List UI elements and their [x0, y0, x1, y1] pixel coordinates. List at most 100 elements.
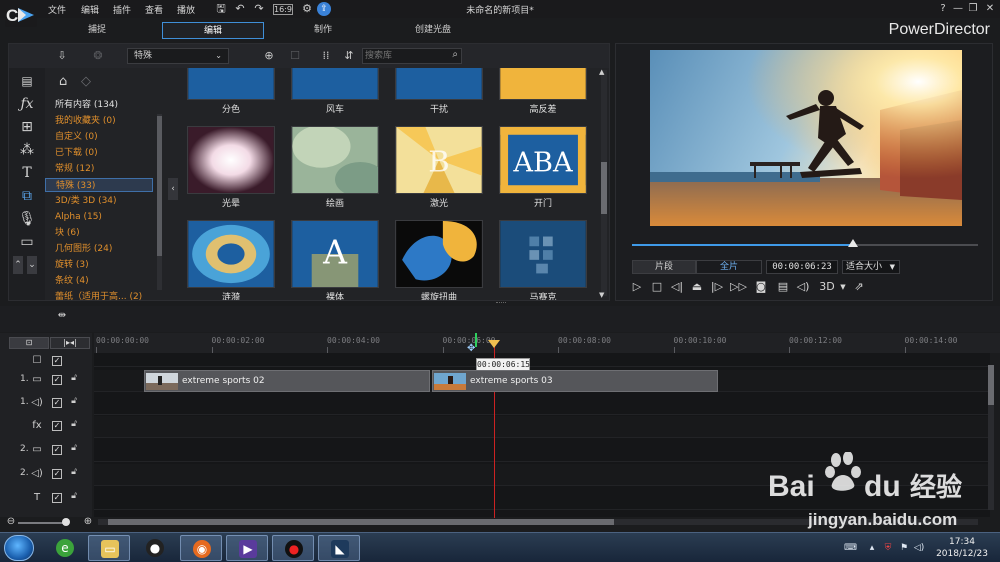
3d-mode-button[interactable]: 3D [816, 280, 838, 294]
undo-icon[interactable]: ↶ [233, 2, 247, 16]
movie-mode-button[interactable]: 全片 [696, 260, 762, 274]
grid-scroll-thumb[interactable] [601, 162, 607, 214]
transition-thumbnail[interactable]: ABA [499, 126, 587, 194]
clip-mode-button[interactable]: 片段 [632, 260, 696, 274]
lock-icon[interactable]: 🔓︎ [69, 491, 79, 503]
3d-dropdown-icon[interactable]: ▼ [836, 280, 850, 294]
category-item[interactable]: 块 (6) [45, 226, 153, 240]
category-item[interactable]: 几何图形 (24) [45, 242, 153, 256]
remove-category-icon[interactable]: ◇ [81, 74, 91, 89]
taskbar-app-firefox[interactable]: ◉ [180, 535, 222, 561]
zoom-out-icon[interactable]: ⊖ [6, 517, 16, 527]
lock-icon[interactable]: 🔓︎ [69, 467, 79, 479]
track-lane[interactable] [94, 393, 990, 415]
undock-preview-icon[interactable]: ⇗ [852, 280, 866, 294]
category-item[interactable]: 已下载 (0) [45, 146, 153, 160]
timeline-hscroll-thumb[interactable] [108, 519, 614, 525]
transition-thumbnail[interactable] [187, 220, 275, 288]
collapse-down-icon[interactable]: ⌄ [27, 256, 37, 274]
favorite-icon[interactable]: ☐ [288, 49, 302, 63]
start-button[interactable] [4, 535, 34, 561]
collapse-panel-icon[interactable]: ‹ [168, 178, 178, 200]
video-clip[interactable]: extreme sports 03 [432, 370, 718, 392]
lock-icon[interactable]: 🔓︎ [69, 396, 79, 408]
zoom-in-icon[interactable]: ⊕ [83, 517, 93, 527]
track-enable-checkbox[interactable]: ✓ [52, 493, 62, 503]
timeline-vscroll-thumb[interactable] [988, 365, 994, 405]
category-item[interactable]: 所有内容 (134) [45, 98, 153, 112]
add-to-timeline-icon[interactable]: ⊕ [262, 49, 276, 63]
track-lane[interactable] [94, 416, 990, 438]
preview-scrub-track[interactable] [632, 239, 978, 247]
search-input[interactable] [365, 50, 443, 62]
taskbar-app-media[interactable]: ▶ [226, 535, 268, 561]
system-clock[interactable]: 17:34 2018/12/23 [930, 536, 994, 560]
category-item[interactable]: 旋转 (3) [45, 258, 153, 272]
fit-select[interactable]: 适合大小 ▼ [842, 260, 900, 274]
speaker-icon[interactable]: ◁) [913, 542, 925, 554]
add-category-icon[interactable]: ⌂ [59, 74, 67, 89]
fx-room-icon[interactable]: ƒx [17, 95, 37, 113]
minimize-icon[interactable]: — [951, 2, 965, 16]
close-icon[interactable]: ✕ [983, 2, 997, 16]
track-enable-checkbox[interactable]: ✓ [52, 469, 62, 479]
track-lane[interactable] [94, 353, 990, 367]
search-icon[interactable]: ⌕ [452, 49, 458, 60]
scroll-down-icon[interactable]: ▼ [599, 291, 604, 299]
menu-edit[interactable]: 编辑 [81, 3, 99, 16]
timecode-display[interactable]: 00:00:06:23 [766, 260, 838, 274]
menu-file[interactable]: 文件 [48, 3, 66, 16]
grid-scrollbar[interactable] [601, 70, 607, 296]
next-frame-icon[interactable]: |▷ [710, 280, 724, 294]
restore-icon[interactable]: ❐ [966, 2, 980, 16]
tray-expand-icon[interactable]: ▴ [866, 542, 878, 554]
snapshot-camera-icon[interactable]: ◙ [754, 280, 768, 294]
stop-icon[interactable]: □ [650, 280, 664, 294]
category-select[interactable]: 特殊 ⌄ [127, 48, 229, 64]
category-scroll-thumb[interactable] [157, 116, 162, 256]
flag-icon[interactable]: ⚑ [898, 542, 910, 554]
transition-thumbnail[interactable] [395, 220, 483, 288]
category-item[interactable]: 常规 (12) [45, 162, 153, 176]
voice-over-icon[interactable]: ▭ [17, 233, 37, 251]
media-room-icon[interactable]: ▤ [17, 72, 37, 90]
playhead-handle[interactable] [488, 340, 500, 348]
scroll-up-icon[interactable]: ▲ [599, 68, 604, 76]
track-enable-checkbox[interactable]: ✓ [52, 356, 62, 366]
taskbar-app-explorer[interactable]: ▭ [88, 535, 130, 561]
particle-room-icon[interactable]: ⁂ [17, 141, 37, 159]
transition-thumbnail[interactable] [187, 126, 275, 194]
taskbar-app-360[interactable]: e [44, 535, 86, 561]
category-scrollbar[interactable] [157, 114, 162, 290]
track-enable-checkbox[interactable]: ✓ [52, 375, 62, 385]
keyboard-icon[interactable]: ⌨ [844, 542, 857, 554]
upgrade-icon[interactable]: ⇪ [317, 2, 331, 16]
plugin-icon[interactable]: ❂ [91, 49, 105, 63]
transition-thumbnail[interactable]: B [395, 126, 483, 194]
menu-play[interactable]: 播放 [177, 3, 195, 16]
subtitle-icon[interactable]: ▤ [776, 280, 790, 294]
help-icon[interactable]: ? [936, 2, 950, 16]
import-media-icon[interactable]: ⇩ [55, 49, 69, 63]
volume-icon[interactable]: ◁) [796, 280, 810, 294]
play-icon[interactable]: ▷ [630, 280, 644, 294]
tab-edit[interactable]: 编辑 [162, 22, 264, 39]
splitter-handle[interactable] [496, 302, 506, 304]
tab-capture[interactable]: 捕捉 [46, 22, 148, 39]
save-icon[interactable]: 🖫 [214, 2, 228, 16]
transition-thumbnail[interactable] [395, 68, 483, 100]
search-box[interactable]: ⌕ [362, 48, 462, 64]
lock-icon[interactable]: 🔓︎ [69, 373, 79, 385]
taskbar-app-qq[interactable]: ● [134, 535, 176, 561]
grid-view-icon[interactable]: ⁞⁞ [319, 49, 333, 63]
category-item[interactable]: 3D/类 3D (34) [45, 194, 153, 208]
track-enable-checkbox[interactable]: ✓ [52, 445, 62, 455]
audio-mixing-icon[interactable]: 🎙 [17, 210, 37, 228]
video-clip[interactable]: extreme sports 02 [144, 370, 430, 392]
fast-forward-icon[interactable]: ▷▷ [730, 280, 747, 294]
storyboard-view-button[interactable]: |▸◂| [50, 337, 90, 349]
transition-thumbnail[interactable]: A [187, 68, 275, 100]
redo-icon[interactable]: ↷ [252, 2, 266, 16]
zoom-slider-knob[interactable] [62, 518, 70, 526]
category-item[interactable]: 特殊 (33) [45, 178, 153, 192]
